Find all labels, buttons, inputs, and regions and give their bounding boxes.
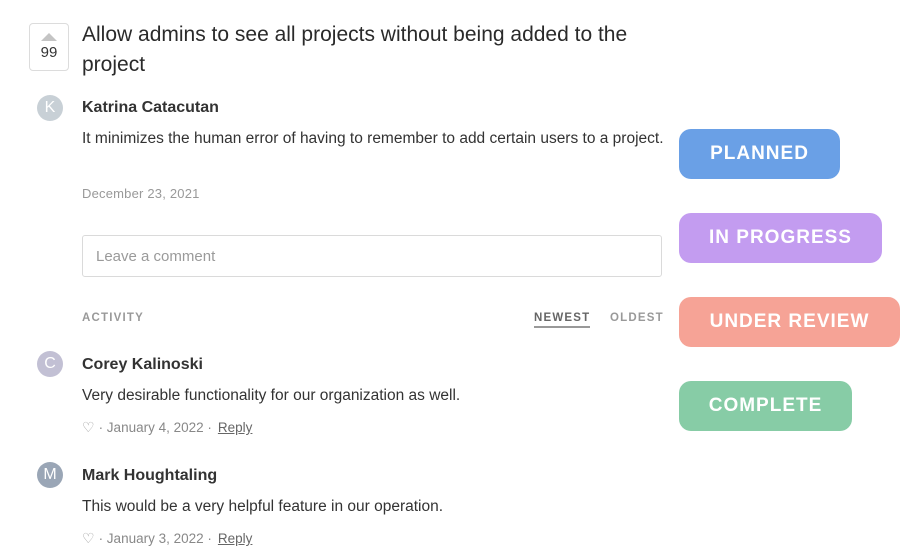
avatar: M — [37, 462, 63, 488]
avatar: K — [37, 95, 63, 121]
comment-author-name: Corey Kalinoski — [82, 356, 203, 373]
status-complete[interactable]: COMPLETE — [679, 381, 852, 431]
upvote-button[interactable]: 99 — [29, 23, 69, 71]
comment-author-name: Mark Houghtaling — [82, 467, 218, 484]
status-planned[interactable]: PLANNED — [679, 129, 840, 179]
avatar: C — [37, 351, 63, 377]
upvote-arrow-icon — [41, 33, 57, 41]
reply-link[interactable]: Reply — [218, 420, 253, 435]
post-body: It minimizes the human error of having t… — [82, 130, 664, 147]
activity-label: ACTIVITY — [82, 312, 144, 324]
comment-meta: ♡ · January 3, 2022 · Reply — [82, 530, 252, 547]
heart-icon[interactable]: ♡ — [82, 419, 95, 436]
status-in-progress[interactable]: IN PROGRESS — [679, 213, 882, 263]
reply-link[interactable]: Reply — [218, 531, 253, 546]
comment-date: · January 3, 2022 · — [98, 531, 212, 546]
comment-input[interactable] — [82, 235, 662, 277]
comment-date: · January 4, 2022 · — [98, 420, 212, 435]
heart-icon[interactable]: ♡ — [82, 530, 95, 547]
comment-meta: ♡ · January 4, 2022 · Reply — [82, 419, 252, 436]
comment-text: Very desirable functionality for our org… — [82, 387, 461, 404]
sort-newest[interactable]: NEWEST — [534, 312, 591, 328]
post-title: Allow admins to see all projects without… — [82, 23, 628, 76]
post-author-name: Katrina Catacutan — [82, 99, 219, 116]
post-date: December 23, 2021 — [82, 186, 200, 201]
vote-count: 99 — [40, 44, 58, 61]
status-under-review[interactable]: UNDER REVIEW — [679, 297, 900, 347]
sort-oldest[interactable]: OLDEST — [610, 312, 664, 324]
comment-text: This would be a very helpful feature in … — [82, 498, 444, 515]
